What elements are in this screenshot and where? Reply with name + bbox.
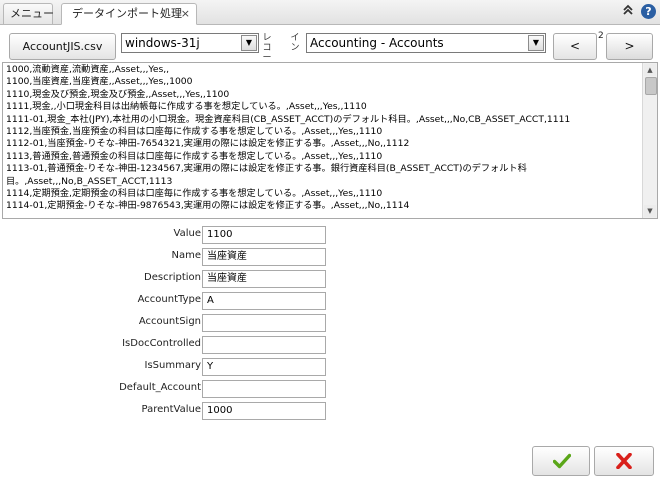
preview-line: 1100,当座資産,当座資産,,Asset,,,Yes,,1000 — [6, 76, 193, 88]
description-field[interactable]: 当座資産 — [202, 270, 326, 288]
close-icon[interactable]: × — [181, 4, 190, 24]
checkmark-icon — [553, 453, 571, 469]
previous-record-button[interactable]: < — [553, 33, 597, 60]
file-select-button[interactable]: AccountJIS.csv — [9, 33, 116, 60]
accounttype-field[interactable]: A — [202, 292, 326, 310]
chevron-down-icon[interactable]: ▼ — [241, 35, 257, 51]
field-row-name: Name 当座資産 — [0, 248, 660, 268]
field-row-isdoccontrolled: IsDocControlled — [0, 336, 660, 356]
import-label: イン — [290, 33, 300, 53]
name-field[interactable]: 当座資産 — [202, 248, 326, 266]
preview-line: 1000,流動資産,流動資産,,Asset,,,Yes,, — [6, 64, 170, 75]
field-label: IsSummary — [144, 360, 201, 371]
tab-data-import-label: データインポート処理 — [72, 7, 182, 20]
field-label: Description — [144, 272, 201, 283]
scrollbar-thumb[interactable] — [645, 77, 657, 95]
field-row-accounttype: AccountType A — [0, 292, 660, 312]
field-label: ParentValue — [141, 404, 201, 415]
tab-menu-label: メニュー — [10, 7, 54, 20]
page-number: 2 — [598, 31, 604, 41]
field-label: IsDocControlled — [122, 338, 201, 349]
charset-select[interactable]: windows-31j ▼ — [121, 33, 259, 53]
tab-data-import[interactable]: データインポート処理 × — [61, 3, 197, 25]
cancel-button[interactable] — [594, 446, 654, 476]
accountsign-field[interactable] — [202, 314, 326, 332]
preview-line: 1113,普通預金,普通預金の科目は口座毎に作成する事を想定している。,Asse… — [6, 150, 383, 162]
ok-button[interactable] — [532, 446, 590, 476]
field-row-accountsign: AccountSign — [0, 314, 660, 334]
preview-line: 1114-01,定期預金-りそな-神田-9876543,実運用の際には設定を修正… — [6, 200, 410, 212]
field-label: AccountSign — [138, 316, 201, 327]
default-account-field[interactable] — [202, 380, 326, 398]
scroll-up-icon[interactable]: ▲ — [644, 64, 656, 76]
field-row-description: Description 当座資産 — [0, 270, 660, 290]
preview-line: 1110,現金及び預金,現金及び預金,,Asset,,,Yes,,1100 — [6, 88, 230, 100]
preview-line: 目。,Asset,,,No,B_ASSET_ACCT,1113 — [6, 175, 173, 187]
preview-line: 1113-01,普通預金-りそな-神田-1234567,実運用の際には設定を修正… — [6, 163, 527, 175]
next-record-button[interactable]: > — [606, 33, 653, 60]
field-label: Default_Account — [119, 382, 201, 393]
field-label: AccountType — [137, 294, 201, 305]
tab-menu[interactable]: メニュー — [3, 3, 54, 24]
scroll-down-icon[interactable]: ▼ — [644, 205, 656, 217]
preview-line: 1114,定期預金,定期預金の科目は口座毎に作成する事を想定している。,Asse… — [6, 188, 383, 200]
charset-value: windows-31j — [125, 36, 200, 50]
chevron-down-icon[interactable]: ▼ — [528, 35, 544, 51]
preview-line: 1112,当座預金,当座預金の科目は口座毎に作成する事を想定している。,Asse… — [6, 126, 383, 138]
preview-line: 1112-01,当座預金-りそな-神田-7654321,実運用の際には設定を修正… — [6, 138, 410, 150]
help-icon[interactable]: ? — [641, 4, 656, 19]
parentvalue-field[interactable]: 1000 — [202, 402, 326, 420]
value-field[interactable]: 1100 — [202, 226, 326, 244]
vertical-scrollbar[interactable]: ▲ ▼ — [642, 63, 657, 218]
issummary-field[interactable]: Y — [202, 358, 326, 376]
file-preview-textarea[interactable]: 1000,流動資産,流動資産,,Asset,,,Yes,, 1100,当座資産,… — [2, 62, 658, 219]
isdoccontrolled-field[interactable] — [202, 336, 326, 354]
tab-bar: メニュー データインポート処理 × ? — [0, 0, 660, 25]
preview-line: 1111-01,現金_本社(JPY),本社用の小口現金。現金資産科目(CB_AS… — [6, 113, 571, 125]
field-label: Value — [173, 228, 201, 239]
field-row-value: Value 1100 — [0, 226, 660, 246]
field-row-default-account: Default_Account — [0, 380, 660, 400]
import-format-select[interactable]: Accounting - Accounts ▼ — [306, 33, 546, 53]
import-format-value: Accounting - Accounts — [310, 36, 444, 50]
double-chevron-up-icon[interactable] — [620, 4, 636, 20]
field-label: Name — [171, 250, 201, 261]
field-row-issummary: IsSummary Y — [0, 358, 660, 378]
x-icon — [616, 453, 632, 469]
preview-line: 1111,現金,,小口現金科目は出納帳毎に作成する事を想定している。,Asset… — [6, 101, 367, 113]
field-row-parentvalue: ParentValue 1000 — [0, 402, 660, 422]
file-preview-lines: 1000,流動資産,流動資産,,Asset,,,Yes,, 1100,当座資産,… — [6, 64, 642, 213]
